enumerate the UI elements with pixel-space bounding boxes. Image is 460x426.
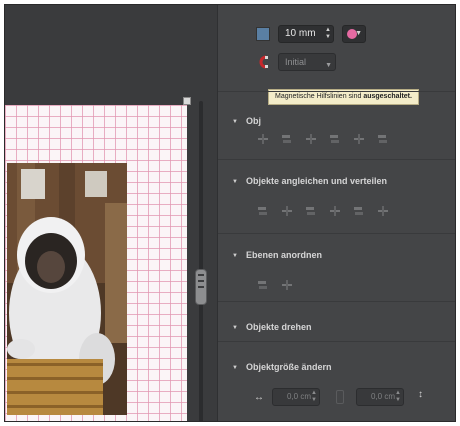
- collapse-triangle-icon: ▼: [232, 365, 238, 371]
- section-align: ▼ Obj: [218, 91, 455, 159]
- section-align-title: Obj: [245, 116, 261, 126]
- grid-page[interactable]: [5, 105, 187, 421]
- section-align-header[interactable]: ▼ Obj: [232, 116, 261, 126]
- canvas-area[interactable]: [5, 5, 217, 421]
- stroke-color-button[interactable]: ▼: [342, 25, 366, 43]
- fill-color-swatch[interactable]: [256, 27, 270, 41]
- distribute-left-icon[interactable]: [258, 206, 268, 216]
- magnet-icon-graphic: [259, 55, 268, 69]
- align-top-icon[interactable]: [330, 134, 340, 144]
- scroll-track[interactable]: [199, 101, 203, 421]
- bring-forward-icon[interactable]: [258, 280, 268, 290]
- stroke-width-value: 10 mm: [285, 28, 316, 39]
- width-field[interactable]: 0,0 cm ▲ ▼: [272, 388, 320, 406]
- height-field[interactable]: 0,0 cm ▲ ▼: [356, 388, 404, 406]
- height-arrows-icon: ↕: [418, 389, 423, 400]
- width-stepper[interactable]: ▲ ▼: [311, 390, 317, 404]
- section-layers: ▼ Ebenen anordnen: [218, 233, 455, 301]
- lock-ratio-icon[interactable]: [336, 390, 344, 404]
- page-corner-handle[interactable]: [183, 97, 191, 105]
- blend-mode-value: Initial: [285, 57, 307, 67]
- app-window: 10 mm ▲ ▼ ▼ Initial ▼ Magnetische Hilfsli…: [4, 4, 456, 422]
- layers-icon-row: [258, 280, 292, 290]
- align-right-icon[interactable]: [306, 134, 316, 144]
- section-layers-title: Ebenen anordnen: [245, 250, 322, 260]
- distribute-middle-icon[interactable]: [354, 206, 364, 216]
- height-value: 0,0 cm: [371, 392, 396, 401]
- stroke-width-stepper[interactable]: ▲ ▼: [325, 27, 331, 41]
- section-align-distribute: ▼ Objekte angleichen und verteilen: [218, 159, 455, 233]
- distribute-right-icon[interactable]: [306, 206, 316, 216]
- magnet-icon[interactable]: [256, 55, 270, 69]
- collapse-triangle-icon: ▼: [232, 119, 238, 125]
- send-backward-icon[interactable]: [282, 280, 292, 290]
- align-left-icon[interactable]: [258, 134, 268, 144]
- height-stepper[interactable]: ▲ ▼: [395, 390, 401, 404]
- align-bottom-icon[interactable]: [378, 134, 388, 144]
- distribute-center-icon[interactable]: [282, 206, 292, 216]
- section-rotate: ▼ Objekte drehen: [218, 301, 455, 341]
- distribute-bottom-icon[interactable]: [378, 206, 388, 216]
- vertical-scrollbar[interactable]: [195, 101, 207, 421]
- scroll-handle[interactable]: [195, 269, 207, 305]
- beekeeper-photo[interactable]: [7, 163, 127, 415]
- properties-panel: 10 mm ▲ ▼ ▼ Initial ▼ Magnetische Hilfsli…: [217, 5, 455, 421]
- section-resize: ▼ Objektgröße ändern ↔ 0,0 cm ▲ ▼ 0,0 cm ▲…: [218, 341, 455, 421]
- section-resize-header[interactable]: ▼ Objektgröße ändern: [232, 362, 331, 372]
- distribute-top-icon[interactable]: [330, 206, 340, 216]
- collapse-triangle-icon: ▼: [232, 325, 238, 331]
- width-arrows-icon: ↔: [254, 392, 264, 403]
- section-resize-title: Objektgröße ändern: [245, 362, 332, 372]
- photo-image: [7, 163, 127, 415]
- align-center-icon[interactable]: [282, 134, 292, 144]
- collapse-triangle-icon: ▼: [232, 253, 238, 259]
- chevron-down-icon: ▼: [325, 62, 332, 69]
- align-middle-icon[interactable]: [354, 134, 364, 144]
- width-value: 0,0 cm: [287, 392, 312, 401]
- blend-mode-select[interactable]: Initial ▼: [278, 53, 336, 71]
- section-rotate-title: Objekte drehen: [245, 322, 312, 332]
- section-align-distribute-title: Objekte angleichen und verteilen: [245, 176, 387, 186]
- collapse-triangle-icon: ▼: [232, 179, 238, 185]
- section-rotate-header[interactable]: ▼ Objekte drehen: [232, 322, 311, 332]
- section-layers-header[interactable]: ▼ Ebenen anordnen: [232, 250, 322, 260]
- stroke-width-field[interactable]: 10 mm ▲ ▼: [278, 25, 334, 43]
- chevron-down-icon: ▼: [355, 30, 362, 37]
- section-align-distribute-header[interactable]: ▼ Objekte angleichen und verteilen: [232, 176, 387, 186]
- align-icon-row: [258, 134, 388, 144]
- distribute-icon-row: [258, 206, 388, 216]
